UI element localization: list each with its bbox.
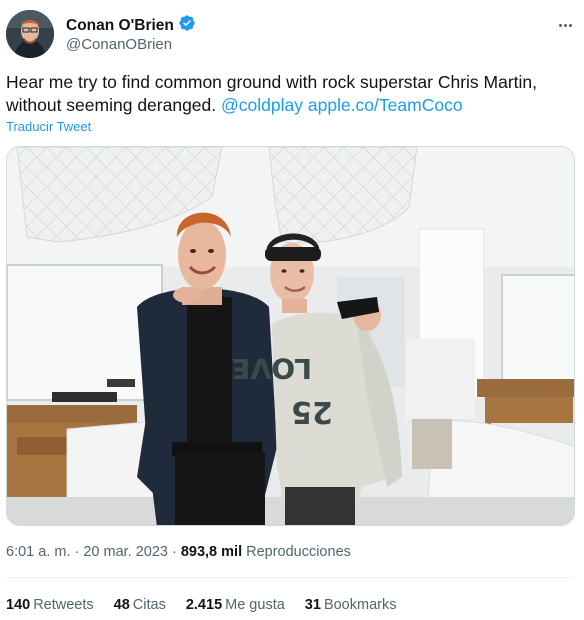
tweet-time[interactable]: 6:01 a. m. <box>6 544 70 560</box>
name-row: Conan O'Brien <box>66 14 196 37</box>
author-handle[interactable]: @ConanOBrien <box>66 36 172 53</box>
bookmarks-label: Bookmarks <box>323 597 397 613</box>
tweet-header: Conan O'Brien @ConanOBrien <box>6 10 578 62</box>
views-count: 893,8 mil <box>180 544 243 560</box>
verified-badge-icon <box>178 14 196 37</box>
likes-stat[interactable]: 2.415 Me gusta <box>186 597 285 613</box>
retweets-stat[interactable]: 140 Retweets <box>6 597 94 613</box>
mention-link[interactable]: @coldplay <box>221 95 303 115</box>
translate-tweet-link[interactable]: Traducir Tweet <box>6 119 91 134</box>
likes-count: 2.415 <box>185 597 223 613</box>
tweet-text: Hear me try to find common ground with r… <box>6 71 566 117</box>
tweet-date[interactable]: 20 mar. 2023 <box>83 544 168 560</box>
url-link[interactable]: apple.co/TeamCoco <box>308 95 463 115</box>
more-options-icon[interactable] <box>554 16 576 34</box>
tweet-stats: 140 Retweets 48 Citas 2.415 Me gusta 31 Book… <box>6 597 396 613</box>
retweets-label: Retweets <box>33 597 94 613</box>
tweet-photo[interactable]: LOVE 25 <box>6 146 575 526</box>
divider <box>6 577 574 578</box>
meta-separator-2: · <box>171 544 177 560</box>
views-label: Reproducciones <box>246 544 351 560</box>
shirt-text-love: LOVE <box>231 352 312 385</box>
retweets-count: 140 <box>6 597 31 613</box>
author-display-name[interactable]: Conan O'Brien <box>66 17 174 35</box>
quotes-count: 48 <box>113 597 130 613</box>
quotes-label: Citas <box>132 597 166 613</box>
likes-label: Me gusta <box>225 597 285 613</box>
tweet-meta: 6:01 a. m. · 20 mar. 2023 · 893,8 mil Re… <box>6 544 351 560</box>
bookmarks-count: 31 <box>304 597 321 613</box>
meta-separator: · <box>74 544 80 560</box>
avatar[interactable] <box>6 10 54 58</box>
shirt-text-number: 25 <box>291 394 333 429</box>
bookmarks-stat[interactable]: 31 Bookmarks <box>305 597 397 613</box>
quotes-stat[interactable]: 48 Citas <box>114 597 166 613</box>
